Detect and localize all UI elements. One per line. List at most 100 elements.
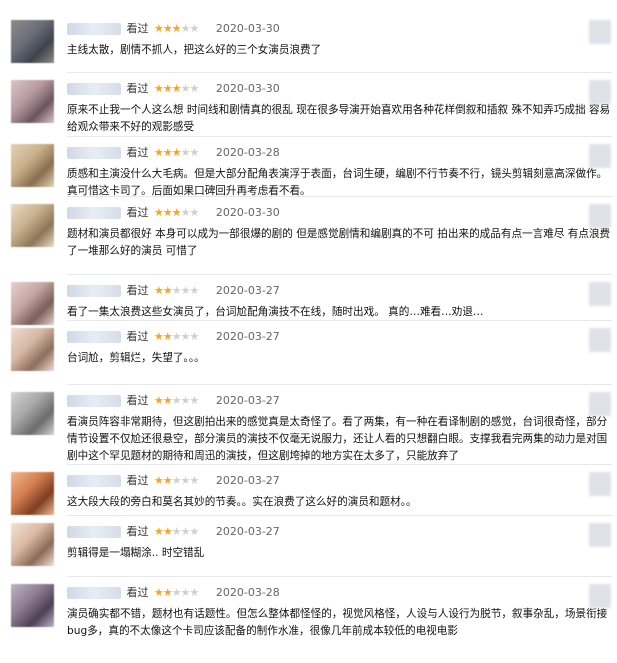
review-meta: 看过 ★★★★★ 2020-03-30 — [67, 204, 280, 222]
star-empty-icon: ★ — [171, 394, 182, 407]
review-date: 2020-03-27 — [215, 284, 280, 297]
rating-stars: ★★★★★ — [154, 474, 200, 487]
username[interactable] — [67, 83, 121, 95]
star-empty-icon: ★ — [189, 394, 200, 407]
review-date: 2020-03-30 — [215, 82, 280, 95]
review-meta: 看过 ★★★★★ 2020-03-27 — [67, 472, 280, 490]
avatar[interactable] — [11, 20, 54, 63]
username[interactable] — [67, 207, 121, 219]
avatar[interactable] — [11, 472, 54, 515]
star-empty-icon: ★ — [189, 206, 200, 219]
rating-stars: ★★★★★ — [154, 284, 200, 297]
watched-label: 看过 — [126, 394, 149, 407]
avatar[interactable] — [11, 523, 54, 566]
star-filled-icon: ★ — [154, 284, 164, 297]
star-empty-icon: ★ — [171, 474, 182, 487]
review-list: 看过 ★★★★★ 2020-03-30 主线太散，剧情不抓人，把这么好的三个女演… — [0, 0, 617, 663]
vote-button[interactable] — [589, 523, 611, 547]
username[interactable] — [67, 285, 121, 297]
rating-stars: ★★★★★ — [154, 82, 199, 95]
rating-stars: ★★★★★ — [154, 22, 200, 35]
star-empty-icon: ★ — [180, 206, 191, 219]
star-filled-icon: ★ — [162, 22, 173, 35]
star-empty-icon: ★ — [189, 330, 200, 343]
star-empty-icon: ★ — [189, 22, 200, 35]
avatar[interactable] — [11, 328, 54, 371]
watched-label: 看过 — [126, 525, 149, 538]
review-date: 2020-03-28 — [215, 586, 280, 599]
vote-button[interactable] — [589, 204, 611, 228]
star-empty-icon: ★ — [171, 284, 182, 297]
review-meta: 看过 ★★★★★ 2020-03-28 — [67, 584, 280, 602]
review-text: 剪辑得是一塌糊涂.. 时空错乱 — [67, 547, 205, 559]
avatar[interactable] — [11, 282, 54, 325]
divider — [67, 274, 612, 275]
star-filled-icon: ★ — [162, 474, 173, 487]
star-filled-icon: ★ — [171, 82, 182, 95]
star-empty-icon: ★ — [189, 474, 200, 487]
watched-label: 看过 — [126, 474, 149, 487]
star-filled-icon: ★ — [154, 525, 164, 538]
username[interactable] — [67, 23, 121, 35]
username[interactable] — [67, 526, 121, 538]
star-empty-icon: ★ — [189, 586, 200, 599]
star-filled-icon: ★ — [162, 586, 173, 599]
divider — [67, 196, 612, 197]
review-text: 题材和演员都很好 本身可以成为一部很爆的剧的 但是感觉剧情和编剧真的不可 拍出来… — [67, 228, 611, 257]
review-meta: 看过 ★★★★★ 2020-03-27 — [67, 392, 280, 410]
rating-stars: ★★★★★ — [154, 394, 200, 407]
review-meta: 看过 ★★★★★ 2020-03-27 — [67, 523, 280, 541]
rating-stars: ★★★★★ — [154, 146, 199, 159]
username[interactable] — [67, 587, 121, 599]
star-empty-icon: ★ — [180, 586, 191, 599]
star-empty-icon: ★ — [180, 22, 191, 35]
avatar[interactable] — [11, 144, 54, 187]
star-filled-icon: ★ — [171, 146, 182, 159]
review-text: 这大段大段的旁白和莫名其妙的节奏。。实在浪费了这么好的演员和题材。。 — [67, 496, 417, 508]
username[interactable] — [67, 475, 121, 487]
star-filled-icon: ★ — [154, 22, 164, 35]
watched-label: 看过 — [126, 82, 149, 95]
vote-button[interactable] — [589, 392, 611, 416]
divider — [67, 576, 612, 577]
star-filled-icon: ★ — [154, 206, 164, 219]
review-text: 台词尬，剪辑烂，失望了。。。 — [67, 352, 205, 364]
divider — [67, 136, 612, 137]
username[interactable] — [67, 395, 121, 407]
star-filled-icon: ★ — [162, 146, 173, 159]
star-filled-icon: ★ — [154, 586, 164, 599]
star-empty-icon: ★ — [180, 82, 191, 95]
rating-stars: ★★★★★ — [154, 206, 200, 219]
review-meta: 看过 ★★★★★ 2020-03-27 — [67, 328, 280, 346]
star-empty-icon: ★ — [180, 330, 191, 343]
review-date: 2020-03-27 — [215, 525, 280, 538]
review-date: 2020-03-30 — [215, 206, 280, 219]
vote-button[interactable] — [589, 472, 611, 496]
vote-button[interactable] — [589, 144, 611, 168]
avatar[interactable] — [11, 584, 54, 627]
vote-button[interactable] — [589, 20, 611, 44]
review-date: 2020-03-27 — [215, 394, 280, 407]
username[interactable] — [67, 147, 121, 159]
vote-button[interactable] — [589, 584, 611, 608]
star-filled-icon: ★ — [171, 22, 182, 35]
vote-button[interactable] — [589, 80, 611, 104]
vote-button[interactable] — [589, 282, 611, 306]
review-meta: 看过 ★★★★★ 2020-03-30 — [67, 80, 280, 98]
divider — [67, 72, 612, 73]
review-date: 2020-03-30 — [215, 22, 280, 35]
username[interactable] — [67, 331, 121, 343]
divider — [67, 515, 612, 516]
star-empty-icon: ★ — [180, 474, 191, 487]
star-empty-icon: ★ — [171, 586, 182, 599]
vote-button[interactable] — [589, 328, 611, 352]
avatar[interactable] — [11, 80, 54, 123]
watched-label: 看过 — [126, 206, 149, 219]
review-meta: 看过 ★★★★★ 2020-03-30 — [67, 20, 280, 38]
review-text: 主线太散，剧情不抓人，把这么好的三个女演员浪费了 — [67, 44, 322, 56]
review-date: 2020-03-27 — [215, 330, 280, 343]
avatar[interactable] — [11, 204, 54, 247]
star-empty-icon: ★ — [189, 284, 200, 297]
avatar[interactable] — [11, 392, 54, 435]
divider — [67, 464, 612, 465]
